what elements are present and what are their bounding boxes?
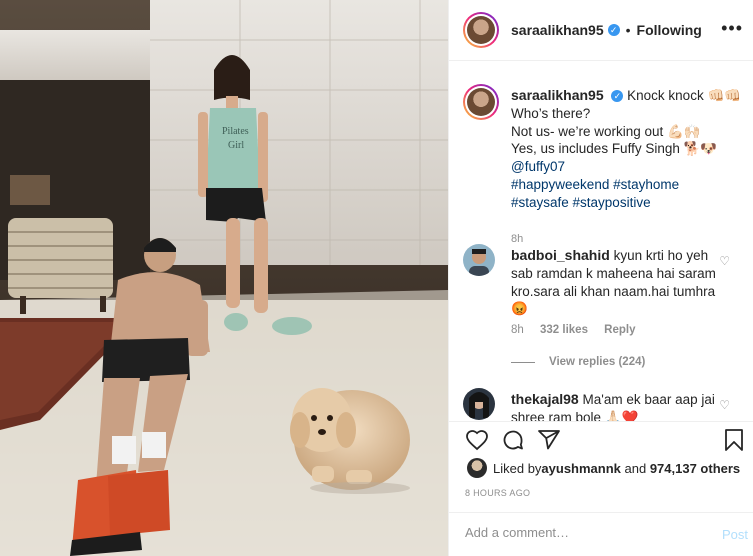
following-button[interactable]: Following	[637, 22, 702, 38]
liked-by-prefix: Liked by	[493, 460, 542, 476]
commenter-username[interactable]: thekajal98	[511, 391, 579, 407]
author-username[interactable]: saraalikhan95	[511, 22, 604, 38]
verified-badge-icon: ✓	[611, 90, 624, 103]
comment-like-heart-icon[interactable]: ♡	[719, 398, 730, 412]
comment-like-heart-icon[interactable]: ♡	[719, 254, 730, 268]
separator-dot: •	[625, 22, 631, 38]
action-bar	[449, 421, 753, 457]
comment-text: Ma'am ek baar aap jai	[582, 392, 715, 407]
comment-item: badboi_shahid kyun krti ho yeh sab ramda…	[463, 244, 753, 374]
comment-meta: 8h 332 likes Reply	[511, 324, 649, 336]
post-header: saraalikhan95 ✓ • Following •••	[449, 0, 753, 61]
more-options-icon[interactable]: •••	[721, 18, 743, 39]
caption-avatar[interactable]	[463, 84, 499, 120]
caption-line-2: Who’s there?	[511, 105, 591, 121]
comment-icon[interactable]	[501, 428, 525, 452]
caption-line-3: Not us- we’re working out 💪🏻🙌🏻	[511, 123, 701, 139]
svg-text:Girl: Girl	[228, 140, 244, 151]
post-photo[interactable]: Pilates Girl	[0, 0, 448, 556]
share-icon[interactable]	[537, 428, 561, 452]
commenter-avatar[interactable]	[463, 244, 495, 276]
view-replies-button[interactable]: View replies (224)	[511, 356, 645, 368]
likes-count[interactable]: 974,137 others	[650, 461, 740, 476]
comment-composer: Post	[449, 512, 753, 556]
commenter-username[interactable]: badboi_shahid	[511, 247, 610, 263]
reply-button[interactable]: Reply	[604, 324, 635, 336]
liked-by-middle: and	[620, 460, 650, 476]
svg-text:Pilates: Pilates	[222, 126, 249, 137]
post-image: Pilates Girl	[0, 0, 448, 556]
comment-body: thekajal98 Ma'am ek baar aap jai shree r…	[511, 391, 719, 421]
post-comment-button[interactable]: Post	[722, 527, 748, 542]
mention-link[interactable]: @fuffy07	[511, 159, 565, 174]
heart-icon[interactable]	[465, 428, 489, 452]
comment-time[interactable]: 8h	[511, 324, 524, 336]
comments-list[interactable]: saraalikhan95 ✓ Knock knock 👊🏻👊🏻 Who’s t…	[449, 62, 753, 421]
liked-by: Liked by ayushmannk and 974,137 others	[467, 458, 740, 478]
view-replies-line	[511, 361, 535, 363]
hashtag-links-2[interactable]: #staysafe #staypositive	[511, 195, 651, 210]
caption-text: saraalikhan95 ✓ Knock knock 👊🏻👊🏻 Who’s t…	[511, 87, 751, 212]
comment-text-2: shree ram bole 🙏🏻❤️	[511, 409, 639, 421]
view-replies-label: View replies (224)	[549, 356, 646, 368]
post-timestamp[interactable]: 8 HOURS AGO	[465, 488, 530, 498]
verified-badge-icon: ✓	[607, 24, 620, 36]
comment-likes[interactable]: 332 likes	[540, 324, 588, 336]
caption-line-1: Knock knock 👊🏻👊🏻	[627, 88, 742, 103]
add-comment-input[interactable]	[465, 525, 705, 540]
bookmark-icon[interactable]	[722, 428, 746, 452]
post-details-panel: saraalikhan95 ✓ • Following ••• saraalik…	[448, 0, 753, 556]
caption-line-4: Yes, us includes Fuffy Singh 🐕🐶	[511, 141, 718, 157]
hashtag-links-1[interactable]: #happyweekend #stayhome	[511, 177, 679, 192]
caption-username[interactable]: saraalikhan95	[511, 87, 604, 103]
comment-item: thekajal98 Ma'am ek baar aap jai shree r…	[463, 388, 753, 421]
liker-avatar[interactable]	[467, 458, 487, 478]
commenter-avatar[interactable]	[463, 388, 495, 420]
liker-username[interactable]: ayushmannk	[541, 461, 620, 476]
comment-body: badboi_shahid kyun krti ho yeh sab ramda…	[511, 247, 719, 318]
author-avatar[interactable]	[463, 12, 499, 48]
